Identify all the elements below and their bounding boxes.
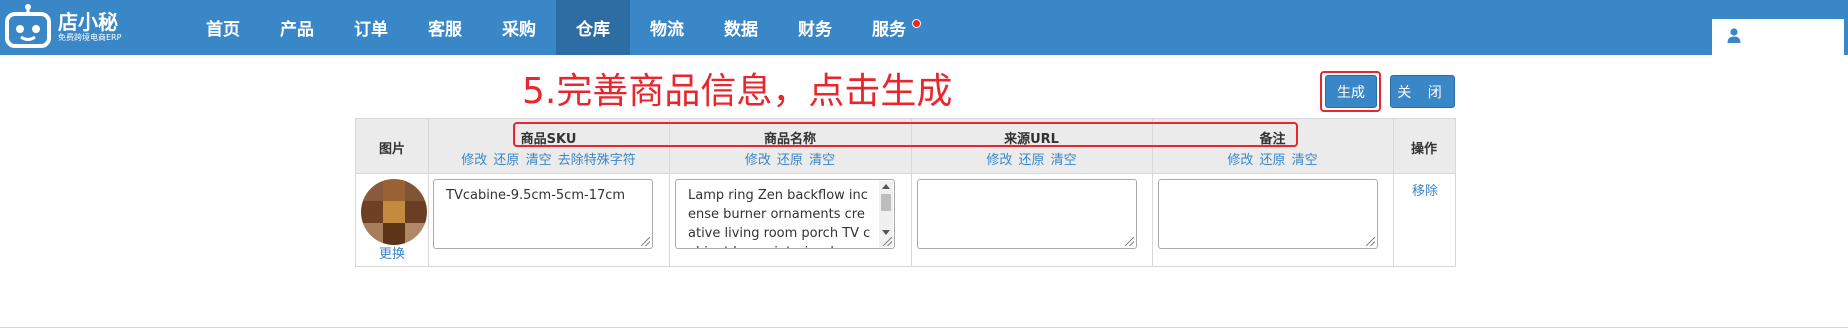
source-url-edit-link[interactable]: 修改 [986, 153, 1012, 168]
resize-grip-icon[interactable] [641, 237, 650, 246]
nav-item-logistics[interactable]: 物流 [630, 0, 704, 55]
resize-grip-icon[interactable] [883, 237, 892, 246]
resize-grip-icon[interactable] [1366, 237, 1375, 246]
note-edit-link[interactable]: 修改 [1227, 153, 1253, 168]
scroll-thumb[interactable] [881, 194, 891, 211]
generate-button[interactable]: 生成 [1325, 75, 1377, 108]
source-url-textarea[interactable] [917, 179, 1137, 249]
app-logo[interactable]: 店小秘 免费跨境电商ERP [4, 3, 132, 51]
resize-grip-icon[interactable] [1125, 237, 1134, 246]
source-url-restore-link[interactable]: 还原 [1018, 153, 1044, 168]
sku-value: TVcabine-9.5cm-5cm-17cm [446, 188, 626, 203]
name-clear-link[interactable]: 清空 [809, 153, 835, 168]
product-thumbnail [361, 179, 427, 245]
column-header-image: 图片 [356, 119, 428, 174]
name-restore-link[interactable]: 还原 [777, 153, 803, 168]
column-title-operation: 操作 [1410, 142, 1437, 157]
nav-item-home[interactable]: 首页 [186, 0, 260, 55]
scroll-up-arrow-icon[interactable] [882, 184, 890, 189]
top-navigation-bar: 店小秘 免费跨境电商ERP 首页 产品 订单 客服 采购 仓库 物流 数据 财务… [0, 0, 1848, 55]
nav-item-services-label: 服务 [872, 20, 906, 40]
replace-image-link[interactable]: 更换 [361, 243, 423, 262]
product-name-textarea[interactable]: Lamp ring Zen backflow incense burner or… [675, 179, 895, 249]
column-title-image: 图片 [378, 142, 405, 157]
note-textarea[interactable] [1158, 179, 1378, 249]
sku-remove-special-chars-link[interactable]: 去除特殊字符 [558, 153, 636, 168]
robot-logo-icon [4, 4, 52, 50]
name-edit-link[interactable]: 修改 [745, 153, 771, 168]
note-clear-link[interactable]: 清空 [1292, 153, 1318, 168]
user-icon [1726, 27, 1742, 47]
sku-textarea[interactable]: TVcabine-9.5cm-5cm-17cm [433, 179, 653, 249]
nav-item-customer-service[interactable]: 客服 [408, 0, 482, 55]
nav-item-services[interactable]: 服务 [852, 0, 926, 55]
nav-item-warehouse[interactable]: 仓库 [556, 0, 630, 55]
tutorial-annotation: 5.完善商品信息，点击生成 [522, 71, 953, 112]
sku-edit-link[interactable]: 修改 [461, 153, 487, 168]
close-button[interactable]: 关 闭 [1390, 75, 1455, 108]
main-nav: 首页 产品 订单 客服 采购 仓库 物流 数据 财务 服务 [186, 0, 926, 55]
page-divider [0, 327, 1848, 328]
logo-tagline: 免费跨境电商ERP [58, 33, 122, 42]
column-header-operation: 操作 [1393, 119, 1455, 174]
logo-name: 店小秘 [58, 10, 118, 34]
notification-dot [912, 19, 921, 28]
sku-restore-link[interactable]: 还原 [493, 153, 519, 168]
header-highlight-ring [513, 122, 1298, 147]
nav-item-finance[interactable]: 财务 [778, 0, 852, 55]
nav-item-data[interactable]: 数据 [704, 0, 778, 55]
note-restore-link[interactable]: 还原 [1259, 153, 1285, 168]
product-name-value: Lamp ring Zen backflow incense burner or… [688, 188, 871, 248]
remove-row-link[interactable]: 移除 [1412, 180, 1438, 199]
nav-item-products[interactable]: 产品 [260, 0, 334, 55]
scroll-down-arrow-icon[interactable] [882, 230, 890, 235]
sku-clear-link[interactable]: 清空 [526, 153, 552, 168]
user-menu[interactable] [1712, 19, 1844, 55]
nav-item-orders[interactable]: 订单 [334, 0, 408, 55]
source-url-clear-link[interactable]: 清空 [1051, 153, 1077, 168]
nav-item-purchasing[interactable]: 采购 [482, 0, 556, 55]
